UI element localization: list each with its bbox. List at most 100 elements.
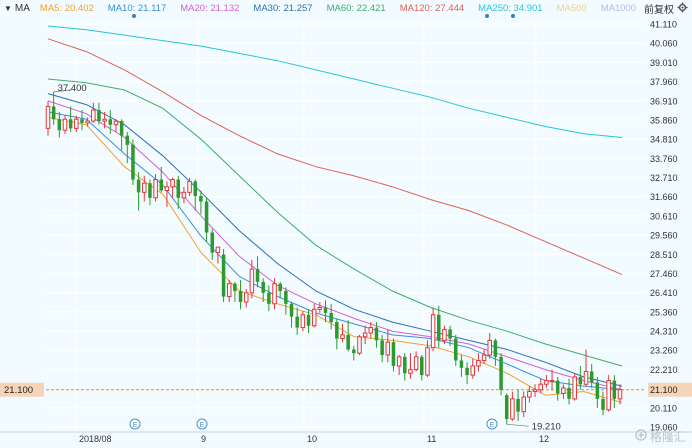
candle-down[interactable] — [148, 183, 152, 198]
candle-down[interactable] — [267, 292, 271, 304]
candle-down[interactable] — [352, 349, 356, 354]
candle-down[interactable] — [589, 371, 594, 383]
candle-down[interactable] — [80, 119, 84, 123]
candle-up[interactable] — [368, 327, 374, 334]
candle-up[interactable] — [102, 118, 107, 122]
candle-down[interactable] — [465, 367, 469, 376]
candle-down[interactable] — [323, 307, 328, 313]
candle-up[interactable] — [396, 356, 402, 367]
candle-up[interactable] — [340, 334, 345, 340]
candle-up[interactable] — [583, 370, 589, 385]
candle-down[interactable] — [448, 329, 452, 339]
candle-up[interactable] — [481, 354, 487, 361]
candle-up[interactable] — [317, 306, 323, 310]
candle-up[interactable] — [164, 186, 170, 192]
candle-down[interactable] — [233, 283, 237, 292]
candle-up[interactable] — [617, 389, 623, 400]
candle-down[interactable] — [306, 314, 311, 326]
candle-down[interactable] — [601, 398, 605, 410]
candle-down[interactable] — [459, 360, 464, 368]
candle-down[interactable] — [108, 119, 113, 125]
candle-down[interactable] — [204, 201, 209, 233]
candle-down[interactable] — [374, 327, 379, 341]
candle-up[interactable] — [142, 182, 147, 193]
candle-down[interactable] — [504, 395, 509, 419]
candle-up[interactable] — [85, 120, 90, 124]
candle-down[interactable] — [437, 314, 441, 341]
candle-up[interactable] — [362, 332, 368, 338]
candle-down[interactable] — [210, 232, 214, 253]
candle-up[interactable] — [442, 328, 447, 341]
candle-up[interactable] — [510, 398, 515, 420]
candle-down[interactable] — [221, 254, 226, 297]
candle-down[interactable] — [493, 340, 498, 357]
candle-up[interactable] — [544, 380, 549, 385]
candle-up[interactable] — [272, 283, 277, 305]
candle-up[interactable] — [538, 383, 543, 391]
candle-up[interactable] — [430, 314, 436, 349]
candle-down[interactable] — [454, 338, 458, 361]
candle-up[interactable] — [243, 292, 249, 303]
candle-down[interactable] — [278, 283, 282, 292]
candle-down[interactable] — [612, 380, 617, 399]
candle-down[interactable] — [176, 179, 181, 198]
candle-down[interactable] — [335, 322, 339, 339]
candle-up[interactable] — [572, 376, 577, 400]
candle-up[interactable] — [300, 314, 306, 329]
candle-up[interactable] — [425, 347, 430, 376]
candle-up[interactable] — [476, 359, 481, 367]
candle-up[interactable] — [408, 369, 413, 374]
candle-up[interactable] — [62, 118, 68, 131]
candle-down[interactable] — [125, 135, 130, 145]
candle-down[interactable] — [516, 398, 520, 412]
candle-down[interactable] — [391, 342, 396, 366]
candle-up[interactable] — [187, 180, 192, 193]
candle-down[interactable] — [420, 356, 424, 376]
candle-up[interactable] — [170, 179, 175, 188]
candle-up[interactable] — [113, 120, 119, 126]
candle-down[interactable] — [57, 119, 62, 131]
candle-up[interactable] — [249, 268, 255, 294]
candle-down[interactable] — [199, 195, 203, 202]
candle-down[interactable] — [499, 356, 503, 390]
candle-up[interactable] — [91, 109, 96, 122]
candle-up[interactable] — [215, 246, 221, 254]
candle-down[interactable] — [380, 340, 384, 355]
candle-down[interactable] — [346, 334, 350, 350]
candle-down[interactable] — [403, 356, 407, 374]
candle-down[interactable] — [131, 144, 135, 180]
candle-down[interactable] — [159, 179, 164, 191]
candle-up[interactable] — [413, 356, 419, 371]
candle-down[interactable] — [51, 106, 56, 120]
candle-down[interactable] — [567, 387, 571, 399]
candle-up[interactable] — [357, 336, 362, 354]
candle-up[interactable] — [549, 380, 555, 383]
candle-up[interactable] — [470, 365, 476, 376]
candle-down[interactable] — [289, 303, 294, 317]
candle-up[interactable] — [153, 179, 158, 199]
candle-up[interactable] — [311, 308, 317, 327]
candle-up[interactable] — [181, 191, 187, 199]
candle-up[interactable] — [561, 387, 566, 394]
candle-up[interactable] — [521, 396, 526, 413]
candle-down[interactable] — [255, 269, 260, 282]
candle-up[interactable] — [45, 105, 51, 129]
candle-down[interactable] — [284, 291, 288, 304]
candle-down[interactable] — [136, 179, 141, 193]
candle-down[interactable] — [578, 376, 583, 385]
candle-down[interactable] — [97, 110, 101, 122]
candle-up[interactable] — [74, 118, 79, 129]
candle-down[interactable] — [555, 380, 560, 394]
candle-up[interactable] — [606, 380, 611, 411]
candle-up[interactable] — [532, 389, 538, 393]
candle-down[interactable] — [295, 316, 299, 328]
candle-down[interactable] — [193, 181, 198, 196]
candle-down[interactable] — [329, 312, 333, 323]
candle-down[interactable] — [68, 119, 73, 129]
candle-up[interactable] — [385, 341, 391, 356]
candle-up[interactable] — [226, 283, 232, 298]
candle-down[interactable] — [119, 121, 124, 136]
candlestick-chart[interactable]: 41.110 40.060 39.010 37.960 36.910 35.860 34.8… — [0, 0, 692, 448]
candle-down[interactable] — [261, 281, 265, 293]
candle-up[interactable] — [527, 391, 532, 398]
